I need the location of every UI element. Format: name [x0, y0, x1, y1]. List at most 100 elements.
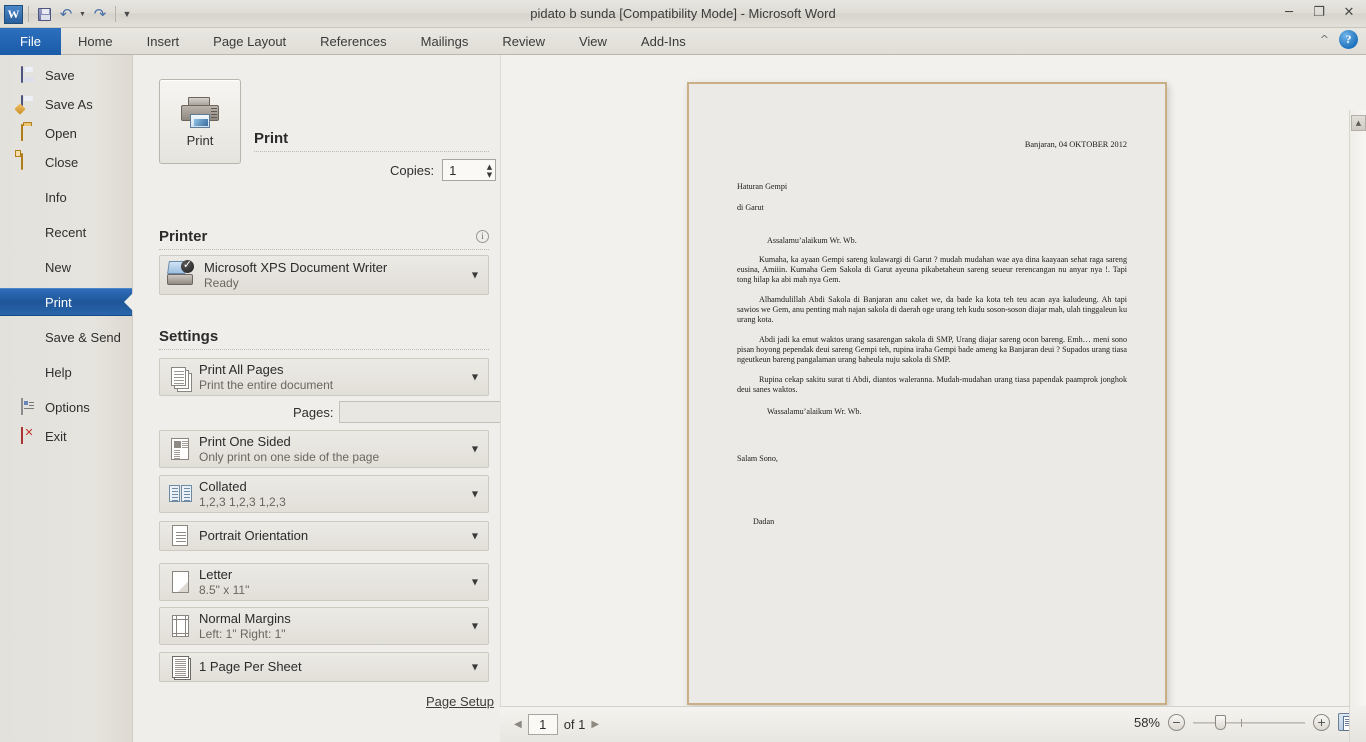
doc-closing: Wassalamu’alaikum Wr. Wb. [767, 407, 862, 417]
collapse-ribbon-icon[interactable]: ^ [1320, 33, 1329, 46]
divider [159, 349, 489, 350]
minimize-button[interactable]: ─ [1278, 2, 1300, 22]
zoom-slider-tick [1241, 718, 1242, 727]
document-page-preview[interactable]: Banjaran, 04 OKTOBER 2012 Haturan Gempi … [687, 82, 1167, 705]
option-title: Collated [199, 478, 247, 494]
chevron-down-icon[interactable]: ▼ [472, 622, 478, 631]
copies-label: Copies: [390, 162, 435, 178]
paper-size-select[interactable]: Letter 8.5" x 11" ▼ [159, 563, 489, 601]
chevron-down-icon[interactable]: ▼ [472, 532, 478, 541]
tab-home[interactable]: Home [61, 28, 130, 55]
sidebar-item-close[interactable]: Close [0, 148, 132, 176]
chevron-down-icon[interactable]: ▼ [472, 373, 478, 382]
zoom-out-button[interactable]: − [1168, 713, 1185, 731]
sidebar-item-label: Recent [45, 224, 87, 240]
chevron-down-icon: ▼ [79, 10, 86, 18]
sidebar-item-label: Save [45, 67, 75, 83]
print-heading: Print [254, 130, 289, 147]
doc-greeting: Assalamu’alaikum Wr. Wb. [767, 235, 857, 245]
page-setup-link[interactable]: Page Setup [426, 694, 494, 709]
copies-input[interactable] [443, 162, 482, 178]
tab-references[interactable]: References [303, 28, 403, 55]
collation-select[interactable]: Collated 1,2,3 1,2,3 1,2,3 ▼ [159, 475, 489, 513]
sidebar-item-exit[interactable]: Exit [0, 422, 132, 450]
sidebar-item-recent[interactable]: Recent [0, 218, 132, 246]
chevron-down-icon[interactable]: ▼ [472, 445, 478, 454]
orientation-select[interactable]: Portrait Orientation ▼ [159, 521, 489, 551]
tab-page-layout[interactable]: Page Layout [196, 28, 303, 55]
print-button-label: Print [186, 133, 214, 148]
xps-printer-icon [166, 258, 200, 289]
scroll-up-icon[interactable]: ▲ [1351, 115, 1366, 131]
vertical-scrollbar[interactable]: ▲ ▼ [1349, 110, 1366, 742]
sidebar-item-options[interactable]: Options [0, 393, 132, 421]
divider [254, 151, 489, 152]
tab-add-ins[interactable]: Add-Ins [624, 28, 703, 55]
sidebar-item-help[interactable]: Help [0, 358, 132, 386]
zoom-level-label: 58% [1133, 714, 1160, 730]
window-controls: ─ ❐ ✕ [1278, 2, 1360, 22]
chevron-down-icon[interactable]: ▼ [472, 490, 478, 499]
doc-signoff: Salam Sono, [737, 454, 778, 464]
zoom-in-button[interactable]: + [1313, 713, 1330, 731]
sidebar-item-save-as[interactable]: Save As [0, 90, 132, 118]
restore-button[interactable]: ❐ [1308, 2, 1330, 22]
customize-qat-button[interactable]: ▼ [121, 4, 133, 24]
sidebar-item-open[interactable]: Open [0, 119, 132, 147]
word-logo-icon[interactable]: W [4, 4, 23, 24]
preview-status-bar: ◀ of 1 ▶ 58% − + [500, 706, 1366, 742]
stepper-up-icon[interactable]: ▲ [487, 163, 492, 171]
divider [115, 6, 116, 22]
tab-file[interactable]: File [0, 28, 61, 55]
page-number-input[interactable] [527, 714, 558, 735]
sidebar-item-save-and-send[interactable]: Save & Send [0, 323, 132, 351]
sidebar-item-new[interactable]: New [0, 253, 132, 281]
pages-per-sheet-select[interactable]: 1 Page Per Sheet ▼ [159, 652, 489, 682]
duplex-select[interactable]: Print One Sided Only print on one side o… [159, 430, 489, 468]
sidebar-item-label: Open [45, 125, 77, 141]
stepper-arrows[interactable]: ▲ ▼ [487, 161, 492, 181]
next-page-icon[interactable]: ▶ [591, 719, 599, 730]
redo-button[interactable]: ↷ [90, 4, 110, 24]
title-bar: W ↶ ▼ ↷ ▼ pidato b sunda [Compatibility … [0, 0, 1366, 28]
doc-paragraph-3: Abdi jadi ka emut waktos urang sasarenga… [737, 334, 1127, 365]
close-folder-icon [20, 153, 38, 170]
undo-button[interactable]: ↶ [56, 4, 76, 24]
backstage-view: Save Save As Open Close Info Recent New [0, 55, 1366, 742]
copies-stepper[interactable]: ▲ ▼ [442, 159, 497, 181]
margins-select[interactable]: Normal Margins Left: 1" Right: 1" ▼ [159, 607, 489, 645]
chevron-down-icon[interactable]: ▼ [472, 663, 478, 672]
chevron-down-icon[interactable]: ▼ [472, 271, 478, 280]
save-disk-icon [37, 7, 51, 21]
margins-icon [168, 613, 194, 639]
print-button[interactable]: Print [159, 79, 241, 164]
backstage-sidebar: Save Save As Open Close Info Recent New [0, 55, 133, 742]
stepper-down-icon[interactable]: ▼ [487, 171, 492, 179]
sidebar-item-info[interactable]: Info [0, 183, 132, 211]
zoom-slider[interactable] [1193, 714, 1305, 731]
chevron-down-icon[interactable]: ▼ [472, 578, 478, 587]
tab-mailings[interactable]: Mailings [404, 28, 486, 55]
printer-select[interactable]: Microsoft XPS Document Writer Ready ▼ [159, 255, 489, 295]
print-range-select[interactable]: Print All Pages Print the entire documen… [159, 358, 489, 396]
options-icon [20, 398, 38, 415]
save-button[interactable] [34, 4, 54, 24]
tab-review[interactable]: Review [485, 28, 562, 55]
printer-info-icon[interactable]: i [476, 230, 489, 243]
sidebar-item-label: Save As [45, 96, 93, 112]
sidebar-item-label: Print [45, 294, 72, 310]
zoom-slider-thumb[interactable] [1215, 714, 1226, 730]
help-button[interactable]: ? [1339, 30, 1358, 49]
tab-insert[interactable]: Insert [130, 28, 197, 55]
printer-heading: Printer [159, 228, 208, 245]
undo-dropdown[interactable]: ▼ [78, 4, 88, 24]
printer-icon [178, 95, 222, 129]
tab-view[interactable]: View [562, 28, 624, 55]
printer-name: Microsoft XPS Document Writer [204, 259, 388, 275]
sidebar-item-print[interactable]: Print [0, 288, 132, 316]
previous-page-icon[interactable]: ◀ [514, 719, 522, 730]
sidebar-item-save[interactable]: Save [0, 61, 132, 89]
close-button[interactable]: ✕ [1338, 2, 1360, 22]
